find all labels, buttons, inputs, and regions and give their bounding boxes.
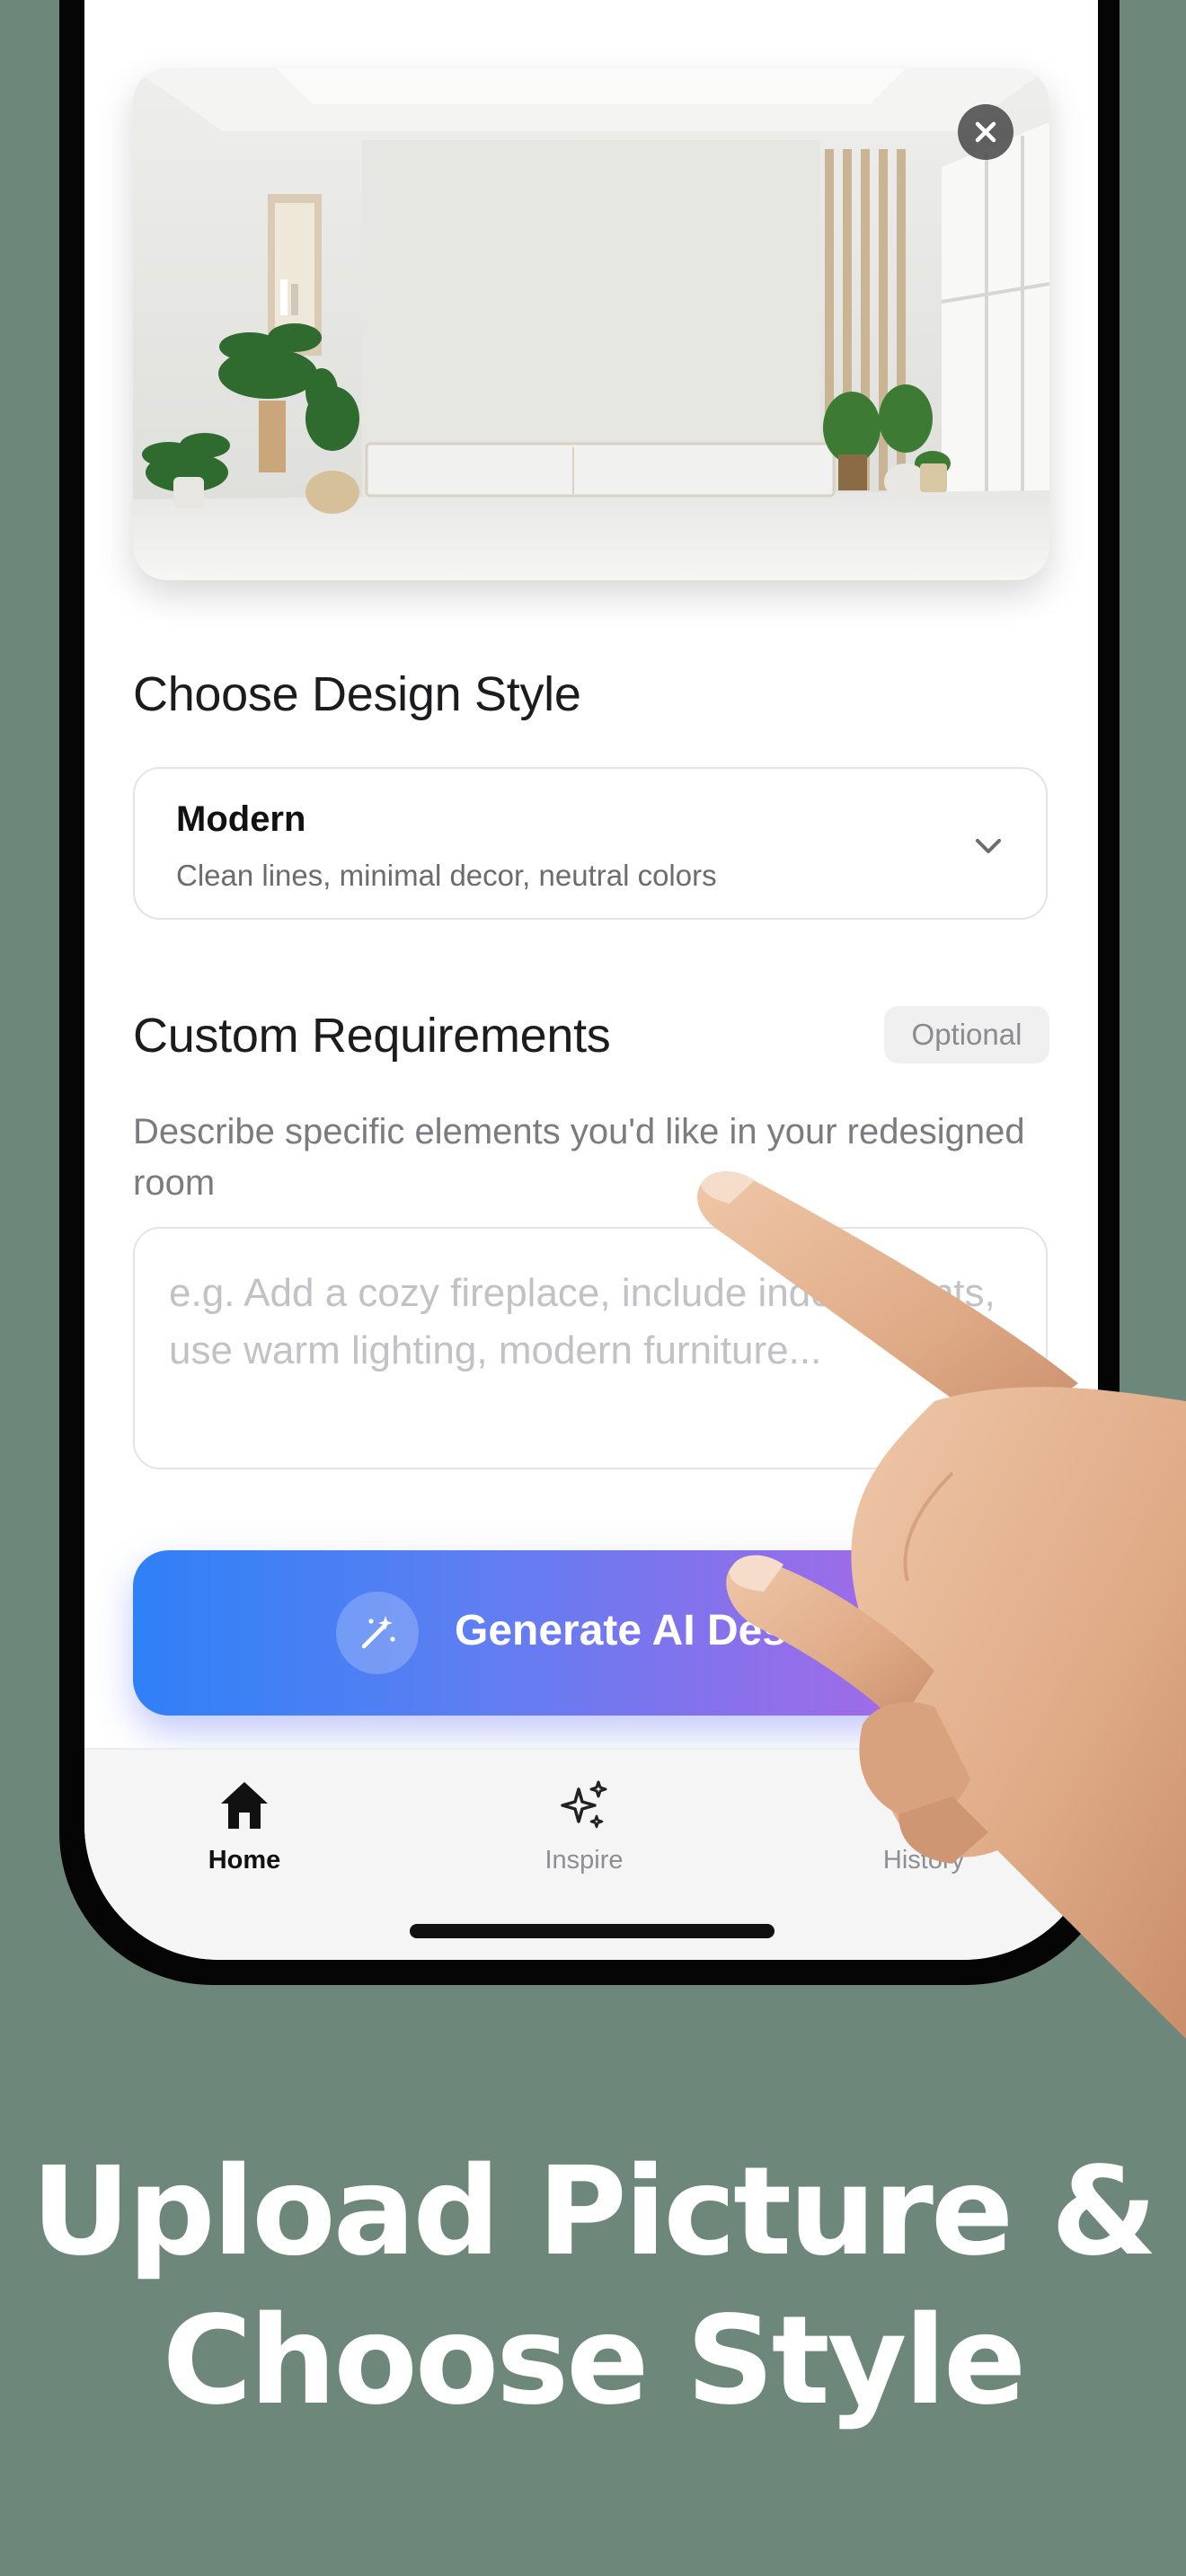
optional-badge: Optional [884, 1006, 1049, 1063]
requirements-textarea[interactable]: e.g. Add a cozy fireplace, include indoo… [133, 1227, 1048, 1469]
tab-home[interactable]: Home [155, 1777, 334, 1875]
headline-line-1: Upload Picture & [31, 2141, 1157, 2283]
choose-style-title: Choose Design Style [133, 667, 581, 721]
headline-line-2: Choose Style [162, 2290, 1027, 2432]
sparkles-icon [561, 1780, 607, 1829]
tab-inspire[interactable]: Inspire [494, 1777, 674, 1875]
uploaded-room-photo [133, 68, 1049, 580]
selected-style-name: Modern [176, 799, 306, 839]
magic-wand-icon [336, 1592, 419, 1674]
promo-headline: Upload Picture & Choose Style [0, 2138, 1186, 2436]
generate-ai-design-button[interactable]: Generate AI Design [133, 1550, 1048, 1716]
phone-screen: Choose Design Style Modern Clean lines, … [84, 0, 1098, 1960]
design-style-dropdown[interactable]: Modern Clean lines, minimal decor, neutr… [133, 767, 1048, 920]
chevron-down-icon [976, 839, 1001, 853]
close-icon [975, 121, 996, 143]
home-icon [221, 1782, 268, 1829]
generate-button-label: Generate AI Design [455, 1607, 852, 1654]
tab-inspire-label: Inspire [544, 1846, 624, 1875]
close-photo-button[interactable] [958, 104, 1013, 160]
requirements-helper-text: Describe specific elements you'd like in… [133, 1112, 1025, 1203]
custom-requirements-title: Custom Requirements [133, 1009, 611, 1063]
tab-history-label: History [882, 1846, 965, 1875]
tab-home-label: Home [208, 1846, 281, 1875]
home-indicator [410, 1924, 774, 1938]
history-icon [902, 1784, 945, 1827]
tab-history[interactable]: History [834, 1777, 1013, 1875]
selected-style-description: Clean lines, minimal decor, neutral colo… [176, 859, 717, 892]
